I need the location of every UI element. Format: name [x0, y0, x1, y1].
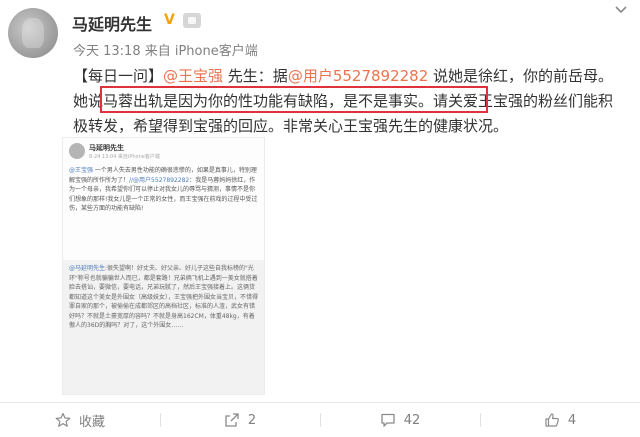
- post-text: 【每日一问】@王宝强 先生：据@用户5527892282 说她是徐红，你的前岳母…: [73, 64, 618, 139]
- embed-avatar: [69, 143, 85, 159]
- avatar[interactable]: [8, 8, 58, 58]
- star-icon: [55, 412, 71, 427]
- user-name[interactable]: 马延明先生: [72, 11, 152, 35]
- comment-count: 42: [403, 412, 421, 428]
- embed-quote-text: @马延明先生:很失望啊！好丈夫、好父亲、好儿子这些自我标榜的"光环"称号也就骗骗…: [69, 264, 259, 331]
- chevron-down-icon[interactable]: [614, 4, 628, 18]
- embed-mention: @王宝强: [69, 167, 94, 174]
- post-tag: 【每日一问】: [73, 67, 164, 85]
- like-button[interactable]: 4: [480, 403, 640, 437]
- post-text-segment: 先生：据: [223, 67, 288, 85]
- embed-mention: //@用户5527892282: [129, 176, 190, 184]
- post-text-segment: 说她是徐红，你的前岳母。: [428, 67, 614, 85]
- action-bar: 收藏 2 42 4: [0, 403, 640, 437]
- share-count: 2: [247, 412, 257, 428]
- highlighted-text: 她说马蓉出轨是因为你的性功能有缺陷，是不是事实。: [73, 92, 434, 110]
- mention-link[interactable]: @王宝强: [163, 67, 223, 85]
- share-icon: [225, 413, 239, 427]
- embed-quote: @马延明先生:很失望啊！好丈夫、好父亲、好儿子这些自我标榜的"光环"称号也就骗骗…: [63, 260, 264, 394]
- embed-meta: 8-24 13:04 来自iPhone客户端: [89, 154, 160, 160]
- like-icon: [545, 413, 559, 427]
- embedded-screenshot[interactable]: 马延明先生 8-24 13:04 来自iPhone客户端 @王宝强 一个男人失去…: [62, 137, 265, 395]
- embed-body: @王宝强 一个男人失去男性功能的确很悲惨的，如果是真事儿，特别理解宝强的所作所为…: [69, 166, 259, 214]
- share-button[interactable]: 2: [160, 403, 320, 437]
- favorite-button[interactable]: 收藏: [0, 403, 160, 437]
- like-count: 4: [567, 412, 577, 428]
- post-meta: 今天 13:18 来自 iPhone客户端: [73, 44, 258, 59]
- embed-user-name: 马延明先生: [89, 144, 124, 152]
- mention-link[interactable]: @用户5527892282: [288, 67, 428, 85]
- member-level-icon: [183, 13, 201, 28]
- embed-mention: @马延明先生: [69, 265, 106, 272]
- embed-text: :很失望啊！好丈夫、好父亲、好儿子这些自我标榜的"光环"称号也就骗骗世人而已，都…: [69, 265, 259, 329]
- comment-button[interactable]: 42: [320, 403, 480, 437]
- favorite-label: 收藏: [78, 414, 105, 430]
- comment-icon: [381, 413, 395, 427]
- vip-badge-icon: V: [164, 12, 175, 28]
